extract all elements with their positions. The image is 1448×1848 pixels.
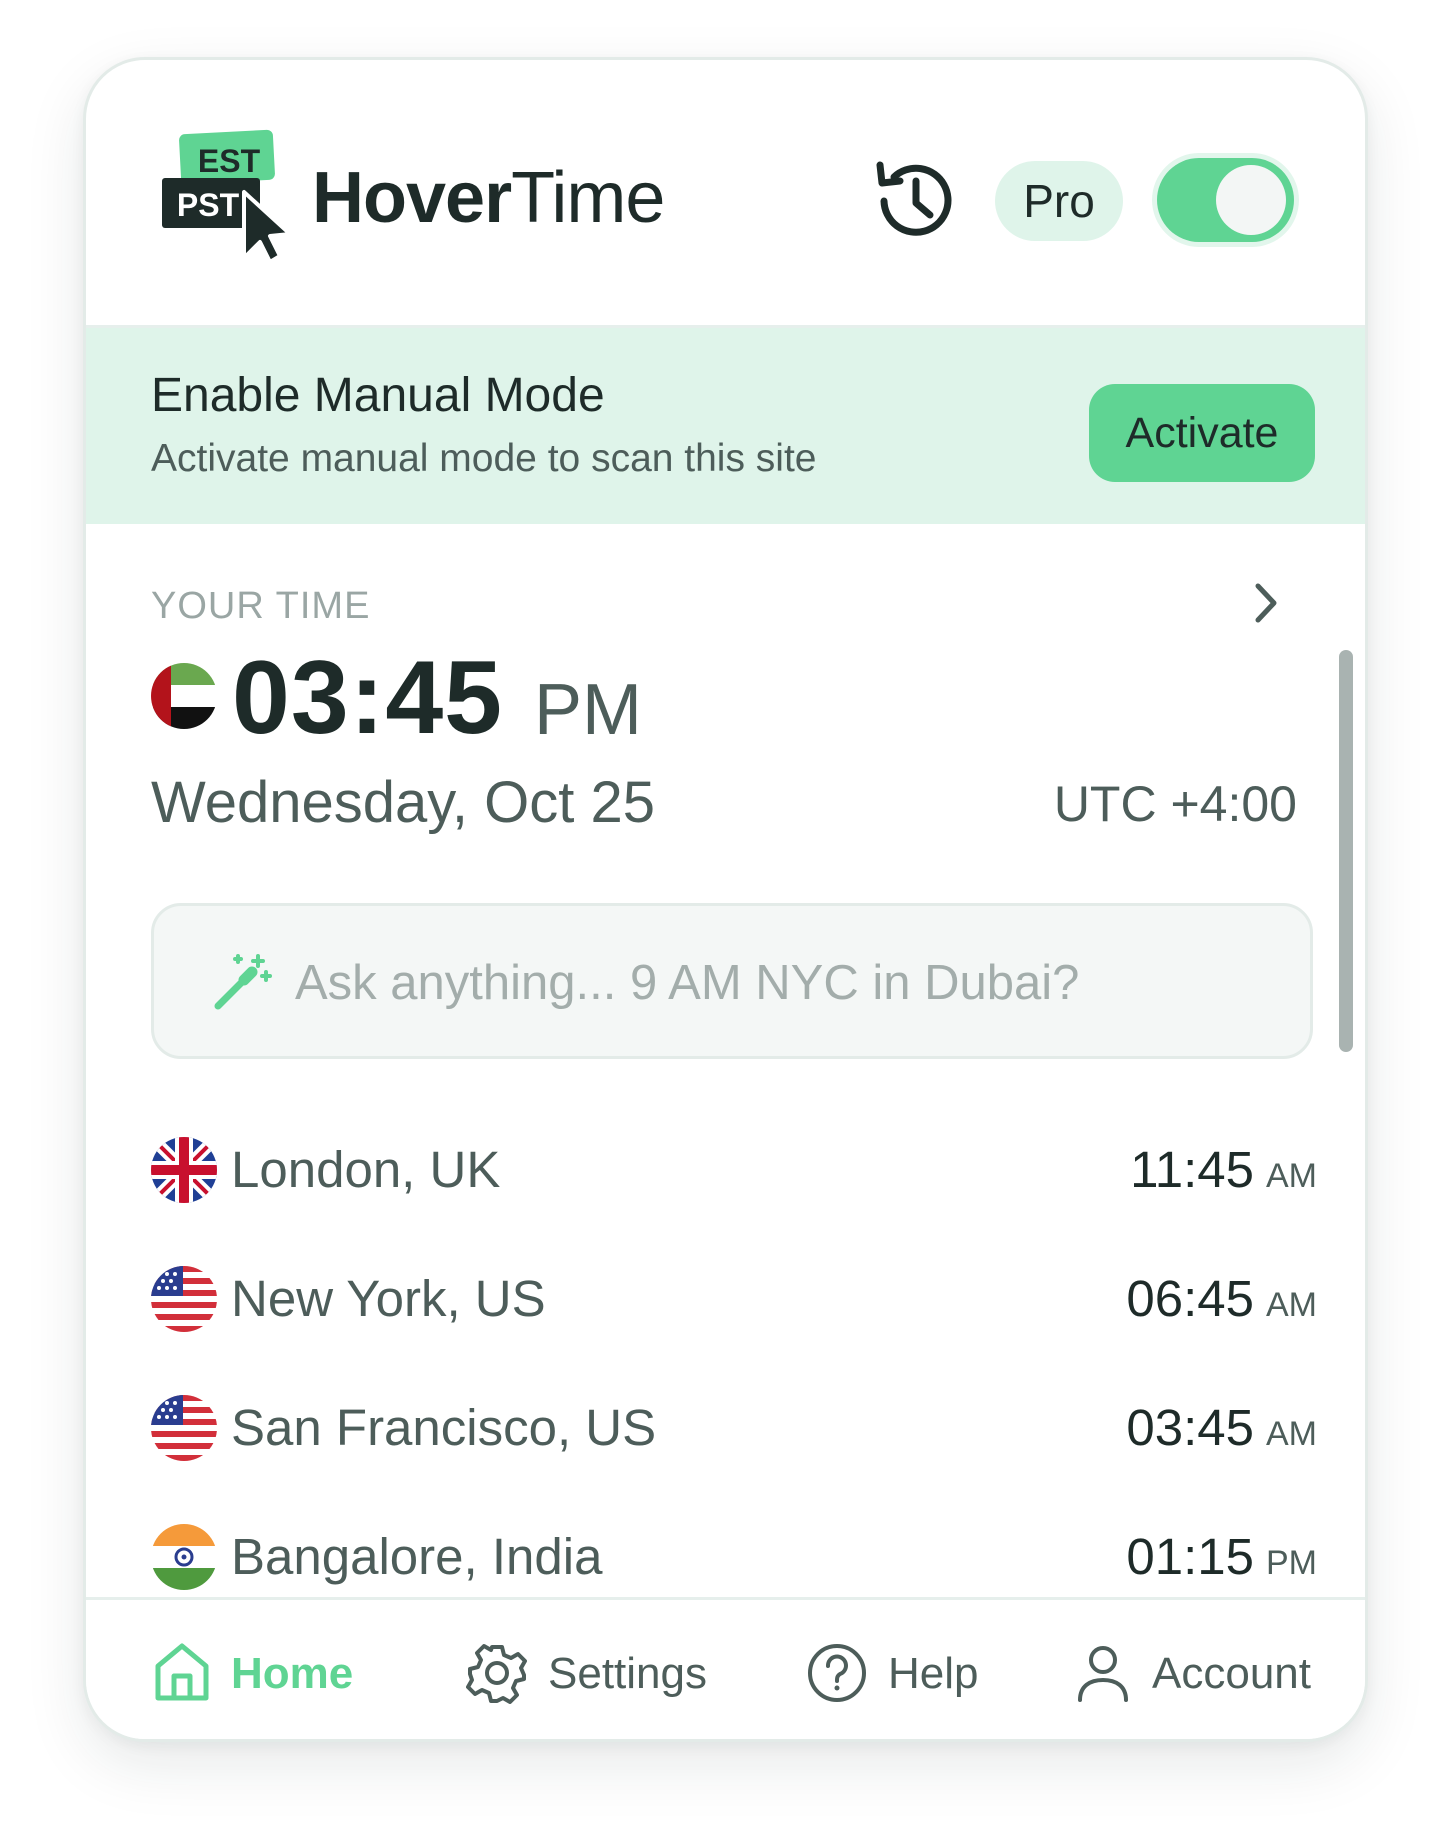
city-row-london[interactable]: London, UK 11:45 AM: [151, 1125, 1317, 1215]
ask-placeholder: Ask anything... 9 AM NYC in Dubai?: [295, 956, 1080, 1010]
magic-wand-icon: [214, 954, 272, 1010]
hovertime-logo: EST PST: [162, 129, 292, 264]
city-name: Bangalore, India: [231, 1528, 603, 1585]
city-time: 06:45 AM: [1126, 1270, 1317, 1327]
india-flag-icon: [151, 1524, 217, 1590]
history-icon[interactable]: [870, 155, 962, 247]
scrollbar[interactable]: [1339, 650, 1353, 1052]
city-row-bangalore[interactable]: Bangalore, India 01:15 PM: [151, 1512, 1317, 1602]
chevron-right-icon[interactable]: [1246, 578, 1286, 628]
nav-home[interactable]: Home: [153, 1638, 353, 1708]
svg-text:PST: PST: [177, 187, 240, 223]
activate-button[interactable]: Activate: [1089, 384, 1315, 482]
pro-badge[interactable]: Pro: [995, 161, 1123, 241]
nav-help[interactable]: Help: [806, 1638, 1006, 1708]
banner-subtitle: Activate manual mode to scan this site: [151, 437, 817, 480]
city-name: New York, US: [231, 1270, 546, 1327]
your-time-label: YOUR TIME: [151, 585, 371, 627]
manual-mode-banner: Enable Manual Mode Activate manual mode …: [86, 328, 1365, 524]
city-time: 03:45 AM: [1126, 1399, 1317, 1456]
banner-title: Enable Manual Mode: [151, 369, 605, 422]
header: EST PST HoverTime Pro: [86, 60, 1365, 328]
brand-name: HoverTime: [312, 158, 665, 238]
enable-toggle[interactable]: [1157, 158, 1294, 242]
your-date: Wednesday, Oct 25: [151, 770, 656, 835]
us-flag-icon: [151, 1395, 217, 1461]
nav-settings-label: Settings: [548, 1649, 707, 1698]
home-icon: [155, 1643, 209, 1701]
gear-icon: [466, 1644, 527, 1704]
svg-text:EST: EST: [198, 143, 261, 179]
city-name: London, UK: [231, 1141, 501, 1198]
help-icon: [808, 1644, 866, 1702]
city-name: San Francisco, US: [231, 1399, 657, 1456]
city-time: 01:15 PM: [1126, 1528, 1317, 1585]
nav-help-label: Help: [888, 1649, 979, 1698]
city-time: 11:45 AM: [1130, 1141, 1317, 1198]
uk-flag-icon: [151, 1137, 217, 1203]
user-icon: [1078, 1646, 1128, 1702]
ask-input[interactable]: Ask anything... 9 AM NYC in Dubai?: [151, 903, 1313, 1059]
nav-account-label: Account: [1152, 1649, 1311, 1698]
uae-flag-icon: [151, 663, 217, 729]
city-row-san-francisco[interactable]: San Francisco, US 03:45 AM: [151, 1383, 1317, 1473]
us-flag-icon: [151, 1266, 217, 1332]
your-time-value: 03:45: [232, 640, 503, 756]
toggle-knob: [1216, 165, 1286, 235]
utc-offset: UTC +4:00: [1053, 776, 1297, 832]
bottom-nav: Home Settings Help Account: [86, 1597, 1365, 1739]
nav-home-label: Home: [231, 1649, 354, 1698]
your-time-ampm: PM: [534, 670, 642, 750]
nav-settings[interactable]: Settings: [466, 1638, 716, 1708]
popup-card: EST PST HoverTime Pro Enable Manual Mode…: [83, 57, 1368, 1742]
city-row-new-york[interactable]: New York, US 06:45 AM: [151, 1254, 1317, 1344]
nav-account[interactable]: Account: [1074, 1638, 1314, 1708]
